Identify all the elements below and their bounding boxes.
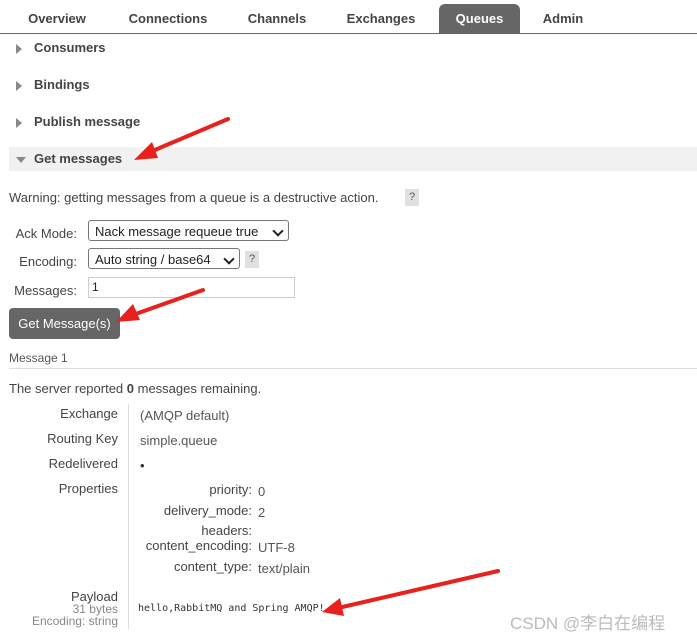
routing-key-label: Routing Key — [47, 431, 118, 446]
property-key: headers: — [201, 523, 252, 538]
messages-input[interactable]: 1 — [88, 277, 295, 298]
chevron-down-icon — [223, 253, 235, 265]
tab-admin[interactable]: Admin — [530, 4, 596, 34]
properties-label: Properties — [58, 481, 118, 496]
section-publish-label: Publish message — [34, 114, 141, 129]
ack-mode-value: Nack message requeue true — [95, 224, 259, 239]
exchange-label: Exchange — [60, 406, 118, 421]
payload-value: hello,RabbitMQ and Spring AMQP! — [138, 603, 325, 614]
details-divider — [128, 404, 129, 629]
property-value: 0 — [258, 484, 266, 499]
redelivered-value: • — [140, 458, 145, 473]
ack-mode-label: Ack Mode: — [15, 226, 77, 241]
warning-text: Warning: getting messages from a queue i… — [9, 190, 379, 205]
payload-encoding: Encoding: string — [31, 614, 118, 628]
section-get-label: Get messages — [34, 151, 123, 166]
tab-connections[interactable]: Connections — [115, 4, 221, 34]
property-key: priority: — [209, 482, 252, 497]
server-report-prefix: The server reported — [9, 381, 127, 396]
encoding-select[interactable]: Auto string / base64 — [88, 248, 240, 269]
arrowhead-3 — [322, 598, 344, 616]
section-consumers[interactable]: Consumers — [9, 36, 697, 60]
property-key: content_type: — [173, 559, 252, 574]
remaining-count: 0 — [126, 381, 135, 396]
routing-key-value: simple.queue — [140, 433, 218, 448]
section-bindings-label: Bindings — [34, 77, 90, 92]
tab-exchanges[interactable]: Exchanges — [334, 4, 428, 34]
property-key: content_encoding: — [145, 538, 252, 553]
chevron-down-icon — [272, 225, 284, 237]
ack-mode-select[interactable]: Nack message requeue true — [88, 220, 289, 241]
section-bindings[interactable]: Bindings — [9, 73, 697, 97]
server-report: The server reported 0 messages remaining… — [9, 381, 261, 396]
tabs-divider — [0, 33, 697, 34]
collapse-icon — [16, 149, 30, 173]
expand-icon — [16, 112, 30, 136]
help-icon[interactable]: ? — [405, 189, 419, 206]
redelivered-label: Redelivered — [48, 456, 118, 471]
property-value: text/plain — [258, 561, 311, 576]
section-consumers-label: Consumers — [34, 40, 106, 55]
top-nav: Overview Connections Channels Exchanges … — [0, 0, 697, 34]
exchange-value: (AMQP default) — [140, 408, 230, 423]
server-report-suffix: messages remaining. — [134, 381, 262, 396]
property-key: delivery_mode: — [163, 503, 252, 518]
tab-channels[interactable]: Channels — [236, 4, 318, 34]
encoding-value: Auto string / base64 — [95, 252, 211, 267]
tab-overview[interactable]: Overview — [12, 4, 102, 34]
section-get-messages[interactable]: Get messages — [9, 147, 697, 171]
expand-icon — [16, 75, 30, 99]
divider — [9, 368, 697, 369]
message-heading: Message 1 — [9, 351, 68, 365]
arrow-to-payload — [336, 569, 500, 610]
property-value: 2 — [258, 505, 266, 520]
help-icon[interactable]: ? — [245, 251, 259, 268]
get-messages-button[interactable]: Get Message(s) — [9, 308, 120, 339]
expand-icon — [16, 38, 30, 62]
section-publish-message[interactable]: Publish message — [9, 110, 697, 134]
encoding-label: Encoding: — [19, 254, 77, 269]
watermark: CSDN @李白在编程 — [510, 614, 666, 633]
messages-label: Messages: — [14, 283, 77, 298]
property-value: UTF-8 — [258, 540, 295, 555]
tab-queues[interactable]: Queues — [439, 4, 520, 34]
